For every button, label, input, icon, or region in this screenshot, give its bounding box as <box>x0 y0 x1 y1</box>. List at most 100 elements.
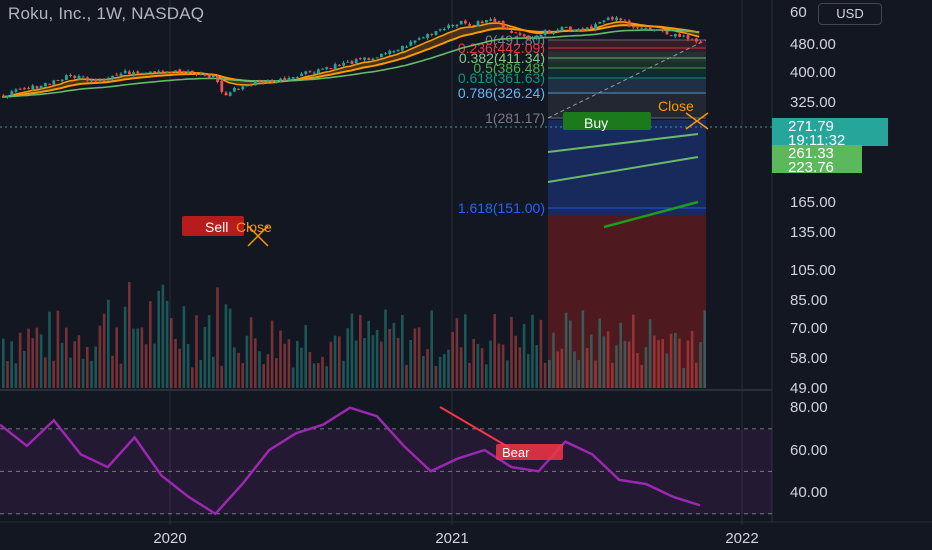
candle-body <box>39 85 43 89</box>
candle-body <box>443 29 446 31</box>
candle-body <box>636 27 639 29</box>
candle-body <box>569 26 572 31</box>
price-axis-tick-label: 49.00 <box>790 380 828 397</box>
currency-button[interactable]: USD <box>818 3 882 25</box>
rsi-axis-tick-label: 80.00 <box>790 399 828 416</box>
volume-bar <box>128 282 131 388</box>
candle-body <box>527 35 530 39</box>
candle-body <box>325 67 329 69</box>
candle-body <box>380 53 383 58</box>
candle-body <box>317 69 320 74</box>
candle-body <box>447 25 450 29</box>
volume-bar <box>506 360 509 388</box>
candle-body <box>388 50 392 54</box>
time-axis-tick-label: 2020 <box>153 530 186 547</box>
price-axis-tick-label: 480.00 <box>790 36 836 53</box>
volume-bar <box>266 354 270 388</box>
candle-body <box>350 61 354 65</box>
candle-body <box>342 62 345 66</box>
candle-body <box>199 73 203 76</box>
volume-bar <box>245 335 249 388</box>
candle-body <box>510 31 513 33</box>
candle-body <box>430 33 434 35</box>
candle-body <box>94 79 98 82</box>
candle-body <box>283 78 287 81</box>
volume-bar <box>132 328 135 388</box>
volume-bar <box>35 327 39 388</box>
volume-bar <box>674 332 677 388</box>
candle-body <box>514 32 518 34</box>
volume-bar <box>665 353 669 388</box>
candle-body <box>464 20 467 24</box>
candle-body <box>585 27 589 30</box>
volume-bar <box>363 338 366 388</box>
volume-bar <box>552 332 555 388</box>
candle-body <box>602 20 606 22</box>
volume-bar <box>291 367 295 388</box>
volume-bar <box>144 344 148 388</box>
volume-bar <box>296 340 299 388</box>
volume-bar <box>703 310 706 388</box>
candle-body <box>321 68 324 70</box>
volume-bar <box>321 356 324 388</box>
candle-body <box>333 64 337 70</box>
volume-bar <box>514 335 517 388</box>
volume-bar <box>661 339 664 388</box>
candle-body <box>23 88 26 90</box>
volume-bar <box>81 358 85 388</box>
volume-bar <box>548 359 551 388</box>
volume-bar <box>94 346 97 388</box>
candle-body <box>657 29 660 31</box>
volume-bar <box>249 317 253 388</box>
volume-bar <box>422 355 425 388</box>
long-position-profit-zone <box>548 120 706 215</box>
volume-bar <box>413 328 417 388</box>
time-axis-tick-label: 2022 <box>725 530 758 547</box>
volume-bar <box>602 336 606 388</box>
volume-bar <box>619 322 622 388</box>
volume-bar <box>207 315 211 388</box>
candle-body <box>170 72 173 74</box>
candle-body <box>371 58 375 61</box>
volume-bar <box>338 336 341 388</box>
volume-bar <box>409 339 412 388</box>
volume-bar <box>695 362 698 388</box>
candle-body <box>191 70 194 73</box>
volume-bar <box>98 325 102 388</box>
candle-body <box>279 78 282 81</box>
candle-body <box>489 19 492 21</box>
volume-bar <box>186 343 190 388</box>
volume-bar <box>653 335 656 388</box>
close-signal-label-2: Close <box>658 98 694 114</box>
volume-bar <box>312 363 316 388</box>
candle-body <box>640 27 644 29</box>
volume-bar <box>111 355 114 388</box>
candle-body <box>661 30 665 32</box>
candle-body <box>531 37 534 39</box>
volume-bar <box>237 352 240 388</box>
candle-body <box>81 76 85 78</box>
candle-body <box>392 51 396 53</box>
volume-bar <box>384 309 387 388</box>
volume-bar <box>333 335 337 388</box>
candle-body <box>560 27 564 31</box>
candle-body <box>552 32 555 34</box>
volume-bar <box>527 354 530 388</box>
candle-body <box>119 73 123 76</box>
volume-bar <box>123 306 127 388</box>
volume-bar <box>182 306 186 388</box>
sell-signal-label: Sell <box>205 219 228 235</box>
candle-body <box>615 17 618 21</box>
candle-body <box>98 79 102 81</box>
volume-bar <box>657 340 660 388</box>
volume-bar <box>149 301 152 388</box>
fib-label-5: 0.786(326.24) <box>458 85 545 101</box>
volume-bar <box>636 353 639 388</box>
stock-chart[interactable]: 0(491.80)0.236(442.09)0.382(411.34)0.5(3… <box>0 0 932 550</box>
candle-body <box>354 59 358 64</box>
candle-body <box>77 76 81 79</box>
candle-body <box>434 30 438 36</box>
candle-body <box>548 30 551 34</box>
candle-body <box>73 75 77 79</box>
candle-body <box>245 85 249 87</box>
